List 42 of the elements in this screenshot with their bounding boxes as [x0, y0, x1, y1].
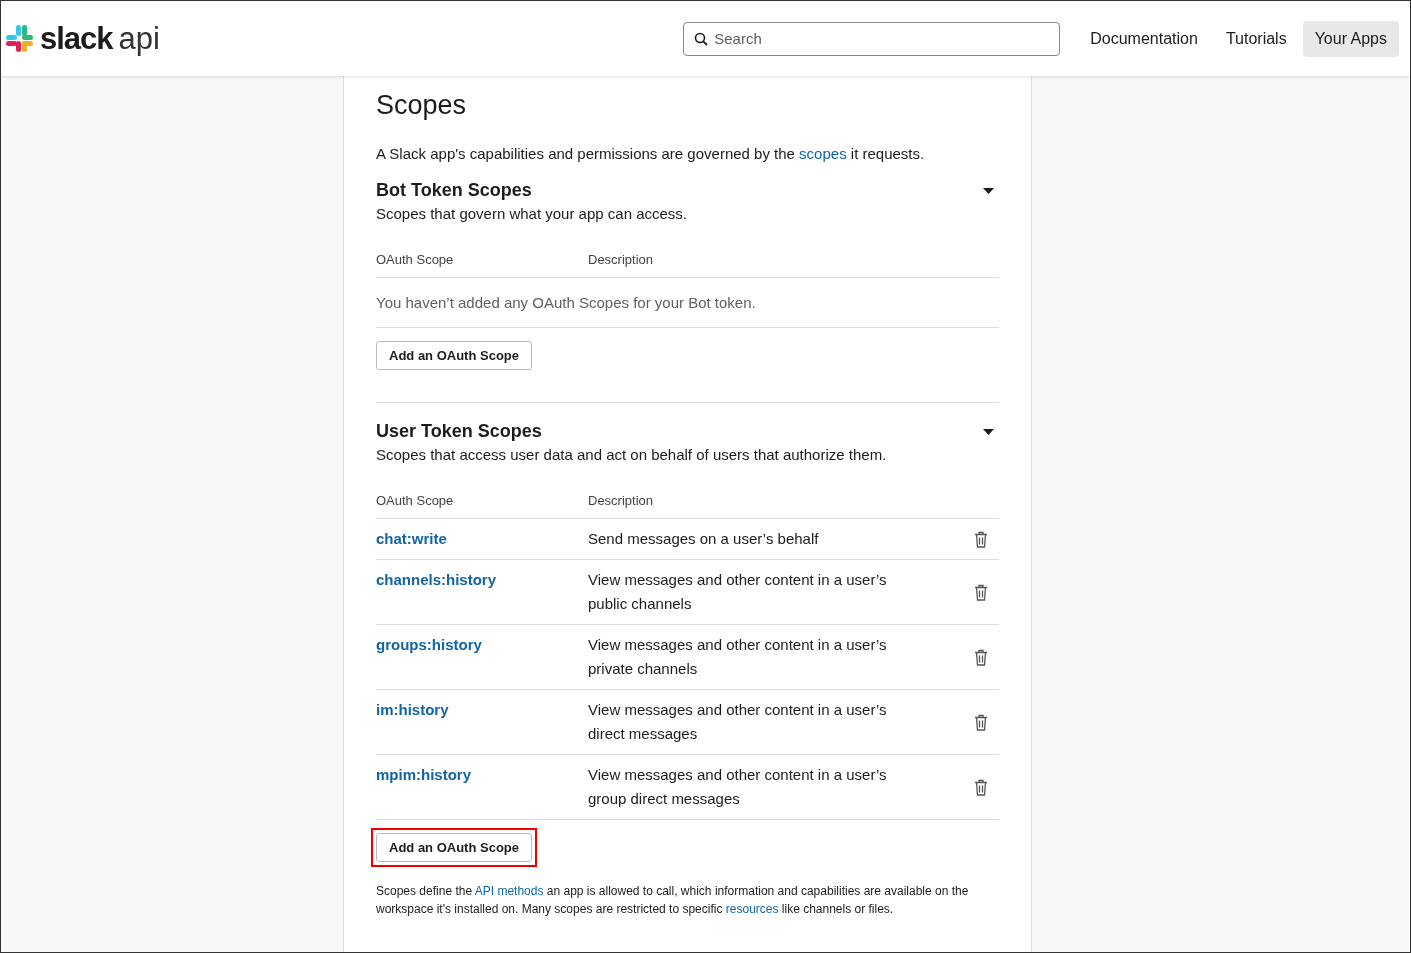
trash-icon[interactable]	[974, 530, 988, 548]
scope-link[interactable]: im:history	[376, 701, 449, 718]
section-subtitle: Scopes that access user data and act on behalf of users that authorize them.	[376, 446, 888, 463]
nav-link[interactable]: Your Apps	[1302, 20, 1399, 57]
scope-link[interactable]: groups:history	[376, 636, 482, 653]
text-link[interactable]: resources	[725, 902, 779, 916]
caret-icon[interactable]	[983, 428, 994, 435]
add-scope-button[interactable]: Add an OAuth Scope	[376, 833, 532, 862]
trash-icon[interactable]	[974, 583, 988, 601]
scope-link[interactable]: chat:write	[376, 530, 447, 547]
search-icon	[694, 31, 709, 46]
logo-wordmark: slack	[40, 20, 113, 57]
section-title: User Token Scopes	[376, 421, 542, 442]
column-header: Description	[588, 252, 655, 267]
section-subtitle: Scopes that govern what your app can access.	[376, 205, 688, 222]
nav-link[interactable]: Documentation	[1078, 20, 1210, 57]
scope-description: View messages and other content in a user’s private channels	[588, 635, 888, 679]
trash-icon[interactable]	[974, 778, 988, 796]
page-title: Scopes	[376, 90, 468, 121]
column-header: OAuth Scope	[376, 493, 455, 508]
scope-description: View messages and other content in a user’s public channels	[588, 570, 888, 614]
scope-description: View messages and other content in a user’s direct messages	[588, 700, 888, 744]
intro-text: A Slack app's capabilities and permissions are governed by the scopes it requests.	[376, 145, 926, 162]
logo-icon	[5, 24, 34, 53]
text-link[interactable]: scopes	[799, 145, 847, 162]
nav-link[interactable]: Tutorials	[1213, 20, 1299, 57]
add-scope-button[interactable]: Add an OAuth Scope	[376, 341, 532, 370]
logo-product-name: api	[118, 20, 160, 57]
scope-link[interactable]: channels:history	[376, 571, 497, 588]
search-field[interactable]: Search	[683, 21, 1061, 56]
section-title: Bot Token Scopes	[376, 180, 532, 201]
trash-icon[interactable]	[974, 648, 988, 666]
footnote-text: Scopes define the API methods an app is allowed to call, which information and capabilities are available on the workspace it's installed on. Many scopes are restricted to specific resources like channels or files.	[376, 883, 970, 918]
text-link[interactable]: API methods	[474, 884, 544, 898]
column-header: OAuth Scope	[376, 252, 455, 267]
column-header: Description	[588, 493, 655, 508]
scope-description: View messages and other content in a user’s group direct messages	[588, 765, 888, 809]
scope-description: Send messages on a user’s behalf	[588, 529, 820, 549]
empty-message: You haven’t added any OAuth Scopes for your Bot token.	[376, 278, 999, 328]
trash-icon[interactable]	[974, 713, 988, 731]
scope-link[interactable]: mpim:history	[376, 766, 471, 783]
caret-icon[interactable]	[983, 187, 994, 194]
